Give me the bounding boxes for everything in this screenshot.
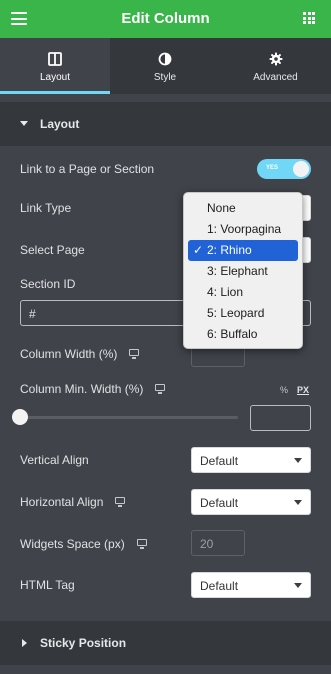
min-width-input[interactable] bbox=[250, 405, 311, 431]
desktop-icon[interactable] bbox=[155, 384, 166, 394]
chevron-down-icon bbox=[294, 500, 302, 505]
dropdown-option[interactable]: None bbox=[184, 198, 302, 219]
panel-footer-strip bbox=[0, 665, 331, 674]
widgets-space-label: Widgets Space (px) bbox=[20, 537, 125, 551]
dropdown-option[interactable]: 4: Lion bbox=[184, 282, 302, 303]
vertical-align-label: Vertical Align bbox=[20, 453, 89, 467]
unit-px[interactable]: PX bbox=[297, 385, 309, 395]
horizontal-align-label: Horizontal Align bbox=[20, 495, 104, 509]
dropdown-option-label: 2: Rhino bbox=[207, 243, 252, 257]
panel-tabs: Layout Style Advanced bbox=[0, 38, 331, 94]
column-min-width-row: Column Min. Width (%) bbox=[20, 382, 166, 396]
dropdown-option[interactable]: 1: Voorpagina bbox=[184, 219, 302, 240]
tab-advanced[interactable]: Advanced bbox=[220, 38, 331, 94]
link-to-page-toggle[interactable]: YES bbox=[257, 159, 311, 179]
desktop-icon[interactable] bbox=[136, 539, 147, 549]
caret-down-icon bbox=[20, 121, 28, 126]
panel-title: Edit Column bbox=[121, 10, 210, 27]
column-width-row: Column Width (%) bbox=[20, 347, 140, 361]
section-layout-title: Layout bbox=[40, 117, 80, 131]
section-id-label: Section ID bbox=[20, 277, 76, 291]
section-layout-header[interactable]: Layout bbox=[0, 102, 331, 146]
select-page-dropdown: None 1: Voorpagina ✓ 2: Rhino 3: Elephan… bbox=[183, 192, 303, 349]
widgets-space-row: Widgets Space (px) bbox=[20, 537, 147, 551]
dropdown-option-selected[interactable]: ✓ 2: Rhino bbox=[188, 240, 298, 261]
html-tag-label: HTML Tag bbox=[20, 578, 75, 592]
tab-advanced-label: Advanced bbox=[253, 72, 298, 83]
chevron-down-icon bbox=[294, 458, 302, 463]
toggle-text: YES bbox=[266, 165, 279, 171]
min-width-slider-track[interactable] bbox=[20, 416, 238, 419]
checkmark-icon: ✓ bbox=[193, 243, 204, 257]
min-width-slider-handle[interactable] bbox=[12, 409, 28, 425]
unit-switcher: % PX bbox=[280, 385, 309, 395]
column-min-width-label: Column Min. Width (%) bbox=[20, 382, 144, 396]
column-width-label: Column Width (%) bbox=[20, 347, 118, 361]
tab-style-label: Style bbox=[153, 72, 177, 83]
dropdown-option[interactable]: 6: Buffalo bbox=[184, 324, 302, 345]
tab-layout-label: Layout bbox=[39, 72, 71, 83]
html-tag-value: Default bbox=[200, 579, 239, 593]
toggle-knob bbox=[293, 161, 309, 177]
section-sticky-title: Sticky Position bbox=[40, 636, 127, 650]
tab-layout[interactable]: Layout bbox=[0, 38, 110, 94]
chevron-down-icon bbox=[294, 583, 302, 588]
horizontal-align-row: Horizontal Align bbox=[20, 495, 126, 509]
columns-icon bbox=[48, 52, 62, 66]
horizontal-align-select[interactable]: Default bbox=[191, 489, 311, 515]
dropdown-option[interactable]: 3: Elephant bbox=[184, 261, 302, 282]
editor-header: Edit Column bbox=[0, 0, 331, 38]
html-tag-select[interactable]: Default bbox=[191, 572, 311, 598]
horizontal-align-value: Default bbox=[200, 496, 239, 510]
section-sticky-header[interactable]: Sticky Position bbox=[0, 621, 331, 665]
vertical-align-value: Default bbox=[200, 454, 239, 468]
link-type-label: Link Type bbox=[20, 201, 72, 215]
vertical-align-select[interactable]: Default bbox=[191, 447, 311, 473]
select-page-label: Select Page bbox=[20, 243, 85, 257]
dropdown-option[interactable]: 5: Leopard bbox=[184, 303, 302, 324]
contrast-icon bbox=[158, 52, 172, 66]
widgets-grid-icon[interactable] bbox=[303, 12, 315, 24]
widgets-space-input[interactable]: 20 bbox=[191, 530, 245, 556]
unit-percent[interactable]: % bbox=[280, 385, 288, 395]
link-to-page-label: Link to a Page or Section bbox=[20, 162, 155, 176]
caret-right-icon bbox=[22, 639, 27, 647]
tab-style[interactable]: Style bbox=[110, 38, 220, 94]
gear-icon bbox=[269, 52, 282, 66]
desktop-icon[interactable] bbox=[115, 497, 126, 507]
desktop-icon[interactable] bbox=[129, 349, 140, 359]
